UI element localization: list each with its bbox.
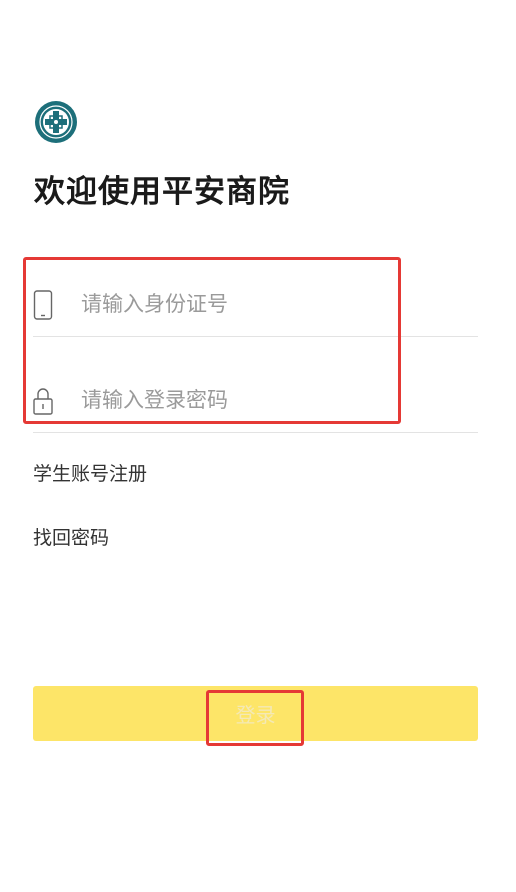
password-field[interactable] xyxy=(33,368,478,433)
id-number-field[interactable] xyxy=(33,272,478,337)
phone-icon xyxy=(33,290,53,320)
student-register-link[interactable]: 学生账号注册 xyxy=(33,460,147,488)
password-input[interactable] xyxy=(81,378,461,422)
forgot-password-link[interactable]: 找回密码 xyxy=(33,524,109,552)
lock-icon xyxy=(33,388,53,415)
login-button-label: 登录 xyxy=(235,703,276,727)
page-title: 欢迎使用平安商院 xyxy=(34,174,290,210)
id-number-input[interactable] xyxy=(81,282,461,326)
school-emblem-icon xyxy=(34,100,78,144)
login-button[interactable]: 登录 xyxy=(33,686,478,741)
